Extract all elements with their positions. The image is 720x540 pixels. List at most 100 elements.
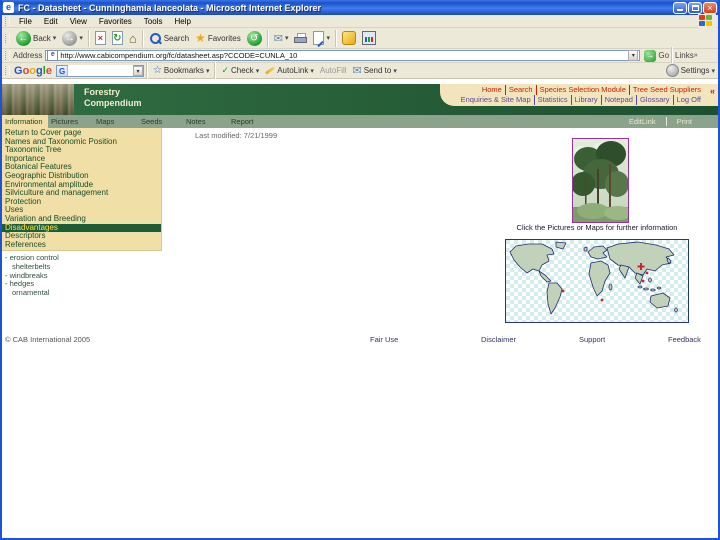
favorites-button[interactable]: ★ Favorites — [192, 29, 244, 48]
sidebar-item-importance[interactable]: Importance — [2, 155, 161, 164]
sidebar-item-descriptors[interactable]: Descriptors — [2, 232, 161, 241]
nav-statistics-link[interactable]: Statistics — [535, 95, 572, 105]
toolbar-grip[interactable] — [5, 16, 10, 26]
nav-collapse-icon[interactable]: « — [710, 86, 715, 96]
support-link[interactable]: Support — [579, 335, 605, 344]
tab-seeds[interactable]: Seeds — [138, 115, 183, 128]
toolbar-grip[interactable] — [5, 66, 10, 75]
sidebar-item-silviculture[interactable]: Silviculture and management — [2, 189, 161, 198]
back-button[interactable]: ← Back ▾ — [13, 29, 59, 48]
tab-maps[interactable]: Maps — [93, 115, 138, 128]
feedback-link[interactable]: Feedback — [668, 335, 701, 344]
sidebar-item-variation[interactable]: Variation and Breeding — [2, 215, 161, 224]
map-caption: Click the Pictures or Maps for further i… — [516, 223, 678, 232]
menu-favorites[interactable]: Favorites — [93, 17, 138, 26]
nav-tree-seed-link[interactable]: Tree Seed Suppliers — [630, 85, 704, 95]
mail-button[interactable]: ✉ ▾ — [271, 29, 292, 48]
autolink-dropdown-icon[interactable]: ▾ — [310, 67, 314, 75]
bookmarks-dropdown-icon[interactable]: ▾ — [206, 67, 210, 75]
google-g-icon[interactable]: G — [56, 65, 69, 76]
species-photo-thumbnail[interactable] — [572, 138, 629, 223]
sidebar-item-disadvantages[interactable]: Disadvantages — [2, 223, 161, 233]
google-search-box[interactable]: G ▾ — [55, 64, 144, 77]
autofill-label: AutoFill — [319, 66, 347, 75]
sidebar-item-cover[interactable]: Return to Cover page — [2, 129, 161, 138]
nav-logoff-link[interactable]: Log Off — [674, 95, 704, 105]
tab-information[interactable]: Information — [2, 115, 48, 128]
tab-notes[interactable]: Notes — [183, 115, 228, 128]
menu-tools[interactable]: Tools — [138, 17, 169, 26]
nav-library-link[interactable]: Library — [572, 95, 602, 105]
history-button[interactable]: ↺ — [244, 29, 265, 48]
mail-dropdown-icon[interactable]: ▾ — [285, 34, 289, 42]
menu-view[interactable]: View — [64, 17, 93, 26]
settings-button[interactable]: Settings ▾ — [663, 64, 718, 78]
sidebar-item-taxonomic-tree[interactable]: Taxonomic Tree — [2, 146, 161, 155]
nav-species-selection-link[interactable]: Species Selection Module — [537, 85, 630, 95]
stop-button[interactable]: × — [92, 29, 109, 48]
print-link[interactable]: Print — [677, 115, 692, 128]
search-icon — [149, 32, 162, 45]
print-button[interactable] — [291, 29, 310, 48]
sidebar-item-botanical[interactable]: Botanical Features — [2, 163, 161, 172]
distribution-map[interactable] — [505, 239, 689, 323]
google-bookmarks-button[interactable]: ☆ Bookmarks ▾ — [150, 64, 213, 78]
settings-dropdown-icon[interactable]: ▾ — [711, 67, 715, 75]
toolbar-separator — [266, 29, 269, 47]
ie-app-icon: e — [3, 2, 14, 13]
address-input[interactable]: e http://www.cabicompendium.org/fc/datas… — [45, 50, 641, 61]
menu-help[interactable]: Help — [168, 17, 196, 26]
toolbar-grip[interactable] — [5, 33, 10, 43]
autofill-button[interactable]: AutoFill — [317, 64, 350, 78]
refresh-icon: ↻ — [111, 31, 123, 45]
forward-dropdown-icon[interactable]: ▾ — [79, 34, 83, 42]
sidebar-item-references[interactable]: References — [2, 241, 161, 250]
nav-home-link[interactable]: Home — [479, 85, 506, 95]
links-label[interactable]: Links — [675, 51, 694, 60]
check-dropdown-icon[interactable]: ▾ — [256, 67, 260, 75]
nav-notepad-link[interactable]: Notepad — [602, 95, 637, 105]
tab-report[interactable]: Report — [228, 115, 273, 128]
use-link-ornamental[interactable]: ornamental — [5, 288, 59, 298]
nav-enquiries-link[interactable]: Enquiries & Site Map — [458, 95, 535, 105]
back-dropdown-icon[interactable]: ▾ — [53, 34, 57, 42]
research-button[interactable] — [359, 29, 379, 48]
editlink-link[interactable]: EditLink — [629, 115, 656, 128]
go-button[interactable]: → Go — [644, 49, 669, 62]
autolink-button[interactable]: AutoLink ▾ — [262, 64, 317, 78]
sendto-button[interactable]: ✉ Send to ▾ — [350, 64, 400, 78]
toolbar-grip[interactable] — [5, 51, 10, 60]
sendto-dropdown-icon[interactable]: ▾ — [393, 67, 397, 75]
sidebar-item-uses[interactable]: Uses — [2, 206, 161, 215]
edit-dropdown-icon[interactable]: ▾ — [326, 34, 330, 42]
spellcheck-button[interactable]: ✓ Check ▾ — [218, 64, 262, 78]
nav-search-link[interactable]: Search — [506, 85, 537, 95]
links-chevron-icon[interactable]: » — [694, 52, 698, 59]
messenger-button[interactable] — [339, 29, 359, 48]
menu-file[interactable]: File — [13, 17, 38, 26]
refresh-button[interactable]: ↻ — [109, 29, 126, 48]
fair-use-link[interactable]: Fair Use — [370, 335, 398, 344]
sidebar-item-distribution[interactable]: Geographic Distribution — [2, 172, 161, 181]
disclaimer-link[interactable]: Disclaimer — [481, 335, 516, 344]
tab-pictures[interactable]: Pictures — [48, 115, 93, 128]
address-url-text[interactable]: http://www.cabicompendium.org/fc/datashe… — [60, 51, 628, 60]
google-search-input[interactable] — [68, 65, 133, 76]
messenger-icon — [341, 31, 356, 45]
address-bar: Address e http://www.cabicompendium.org/… — [2, 47, 718, 64]
close-button[interactable]: × — [703, 1, 717, 14]
toolbar-separator — [145, 62, 148, 79]
sidebar-item-environmental[interactable]: Environmental amplitude — [2, 181, 161, 190]
address-dropdown-button[interactable]: ▾ — [628, 50, 639, 61]
edit-button[interactable]: ▾ — [310, 29, 333, 48]
nav-glossary-link[interactable]: Glossary — [637, 95, 674, 105]
minimize-button[interactable] — [673, 1, 687, 14]
restore-button[interactable] — [688, 1, 702, 14]
search-button[interactable]: Search — [146, 29, 192, 48]
sidebar-item-protection[interactable]: Protection — [2, 198, 161, 207]
menu-edit[interactable]: Edit — [38, 17, 64, 26]
google-search-dropdown[interactable]: ▾ — [132, 65, 143, 76]
forward-button[interactable]: → ▾ — [59, 29, 86, 48]
home-button[interactable]: ⌂ — [126, 29, 140, 48]
sidebar-item-names[interactable]: Names and Taxonomic Position — [2, 138, 161, 147]
